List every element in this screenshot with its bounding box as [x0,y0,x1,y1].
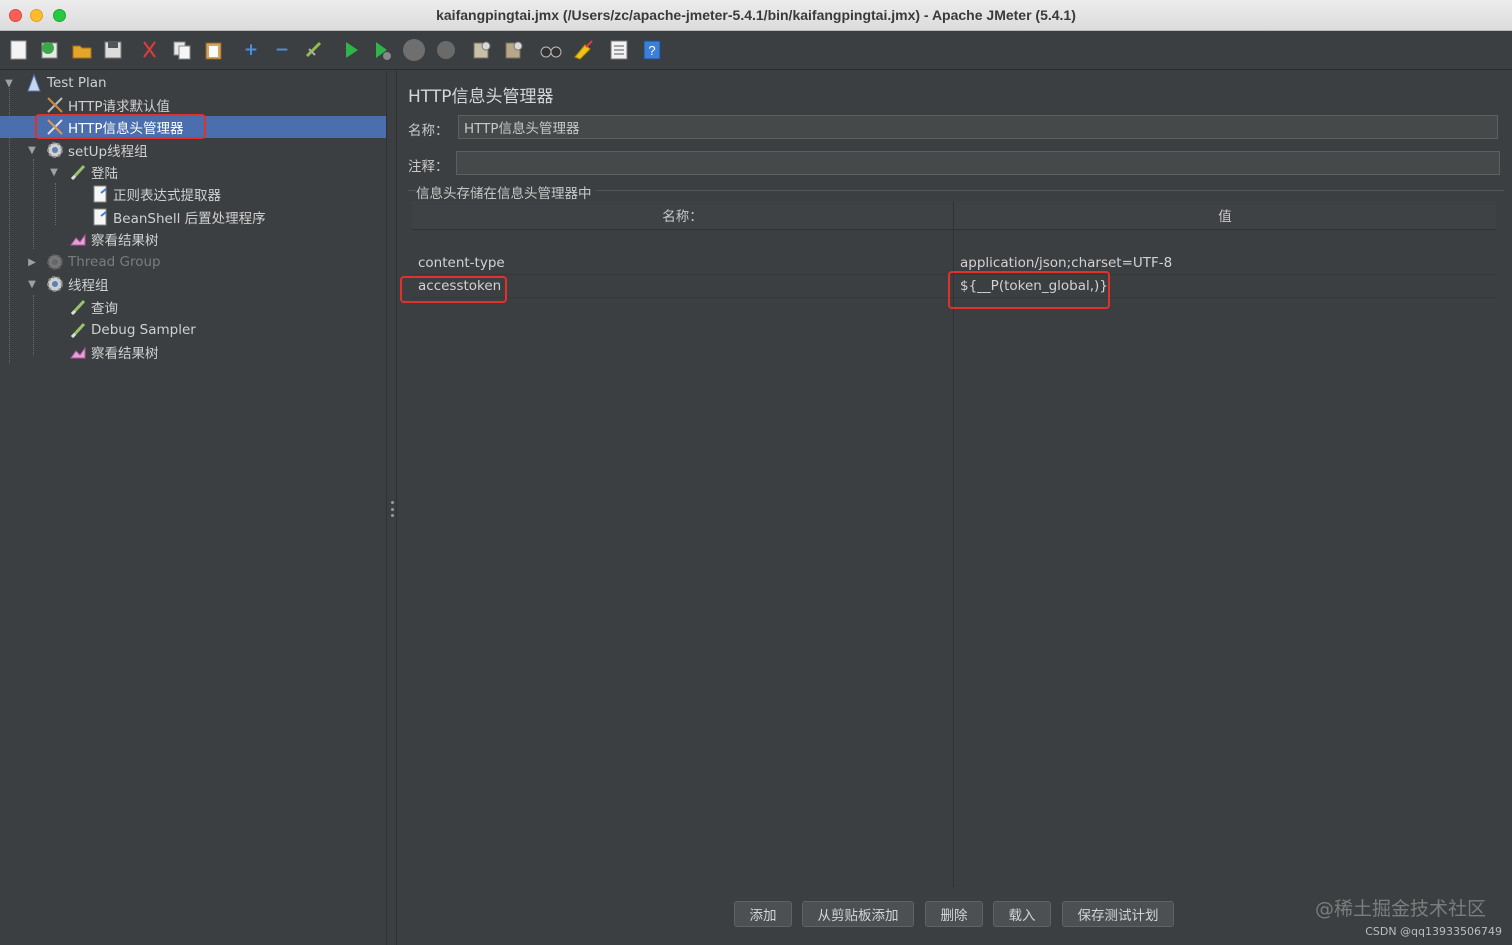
split-pane-divider[interactable] [387,71,397,945]
name-field[interactable] [458,115,1498,139]
templates-icon[interactable] [38,38,62,62]
header-value-cell[interactable]: application/json;charset=UTF-8 [960,255,1172,271]
clear-all-icon[interactable] [502,38,526,62]
cut-icon[interactable] [138,38,162,62]
toolbar: + − ? [0,31,1512,70]
tree-node-label: HTTP请求默认值 [68,99,171,115]
chevron-right-icon[interactable]: ▶ [26,257,38,268]
name-label: 名称： [408,123,449,139]
watermark: @稀土掘金技术社区 [1314,898,1486,920]
chevron-down-icon[interactable]: ▼ [26,279,38,290]
annotation-highlight [400,276,507,303]
search-icon[interactable] [539,38,563,62]
tree-node-label: 正则表达式提取器 [113,188,221,204]
tree-node-label: setUp线程组 [68,144,148,160]
function-helper-icon[interactable] [607,38,631,62]
postprocessor-icon [90,207,110,227]
tree-node-http-defaults[interactable]: HTTP请求默认值 [0,94,387,116]
load-button[interactable]: 载入 [993,901,1051,927]
tree-node-beanshell-postprocessor[interactable]: BeanShell 后置处理程序 [0,206,387,228]
annotation-highlight [35,114,206,139]
headers-table: 名称： 值 content-type application/json;char… [400,201,1496,887]
annotation-highlight [948,271,1110,309]
chevron-down-icon[interactable]: ▼ [48,167,60,178]
copy-icon[interactable] [170,38,194,62]
help-icon[interactable]: ? [640,38,664,62]
delete-button[interactable]: 删除 [925,901,983,927]
comment-label: 注释： [408,159,449,175]
reset-search-icon[interactable] [571,38,595,62]
tree-node-label: Test Plan [47,75,107,91]
new-icon[interactable] [7,38,31,62]
add-from-clipboard-button[interactable]: 从剪贴板添加 [802,901,914,927]
config-icon [45,95,65,115]
tree-node-debug-sampler[interactable]: Debug Sampler [0,319,387,341]
tree-node-label: Debug Sampler [91,322,196,338]
tree-node-label: BeanShell 后置处理程序 [113,211,266,227]
tree-node-login[interactable]: ▼ 登陆 [0,161,387,183]
tree-node-query[interactable]: 查询 [0,296,387,318]
header-name-cell[interactable]: content-type [418,255,505,271]
comment-field[interactable] [456,151,1500,175]
test-plan-tree: ▼ Test Plan HTTP请求默认值 HTTP信息头管理器 ▼ setUp… [0,71,387,945]
chevron-down-icon[interactable]: ▼ [3,78,15,89]
group-title: 信息头存储在信息头管理器中 [416,182,596,202]
gear-icon [45,274,65,294]
column-header-value[interactable]: 值 [954,201,1496,230]
expand-icon[interactable]: + [239,38,263,62]
tree-node-label: 察看结果树 [91,233,159,249]
tree-node-thread-group[interactable]: ▼ 线程组 [0,273,387,295]
tree-node-view-results-tree-2[interactable]: 察看结果树 [0,341,387,363]
shutdown-icon[interactable] [434,38,458,62]
column-header-name[interactable]: 名称： [412,201,953,230]
clear-icon[interactable] [470,38,494,62]
chevron-down-icon[interactable]: ▼ [26,145,38,156]
listener-icon [68,229,88,249]
add-button[interactable]: 添加 [734,901,792,927]
tree-node-label: 登陆 [91,166,118,182]
tree-node-setup-thread-group[interactable]: ▼ setUp线程组 [0,139,387,161]
svg-text:?: ? [648,43,655,58]
gear-icon [45,140,65,160]
title-bar: kaifangpingtai.jmx (/Users/zc/apache-jme… [0,0,1512,31]
stop-icon[interactable] [402,38,426,62]
sampler-icon [68,297,88,317]
header-manager-panel: HTTP信息头管理器 名称： 注释： 信息头存储在信息头管理器中 名称： 值 c… [398,71,1512,945]
tree-node-view-results-tree[interactable]: 察看结果树 [0,228,387,250]
paste-icon[interactable] [202,38,226,62]
start-no-pause-icon[interactable] [370,38,394,62]
save-test-plan-button[interactable]: 保存测试计划 [1062,901,1174,927]
sampler-icon [68,162,88,182]
test-plan-icon [24,73,44,93]
sampler-icon [68,320,88,340]
toggle-icon[interactable] [302,38,326,62]
watermark-credit: CSDN @qq13933506749 [1365,925,1502,938]
tree-node-test-plan[interactable]: ▼ Test Plan [0,72,387,94]
listener-icon [68,342,88,362]
window-title: kaifangpingtai.jmx (/Users/zc/apache-jme… [436,7,1076,23]
tree-node-label: 线程组 [68,278,109,294]
tree-node-regex-extractor[interactable]: 正则表达式提取器 [0,183,387,205]
open-icon[interactable] [70,38,94,62]
tree-node-label: 察看结果树 [91,346,159,362]
postprocessor-icon [90,184,110,204]
collapse-icon[interactable]: − [270,38,294,62]
page-title: HTTP信息头管理器 [408,87,554,107]
start-icon[interactable] [339,38,363,62]
drag-handle-icon[interactable] [390,501,394,517]
tree-node-label: Thread Group [68,254,161,270]
tree-node-label: 查询 [91,301,118,317]
gear-icon [45,252,65,272]
save-icon[interactable] [101,38,125,62]
tree-node-thread-group-disabled[interactable]: ▶ Thread Group [0,251,387,273]
